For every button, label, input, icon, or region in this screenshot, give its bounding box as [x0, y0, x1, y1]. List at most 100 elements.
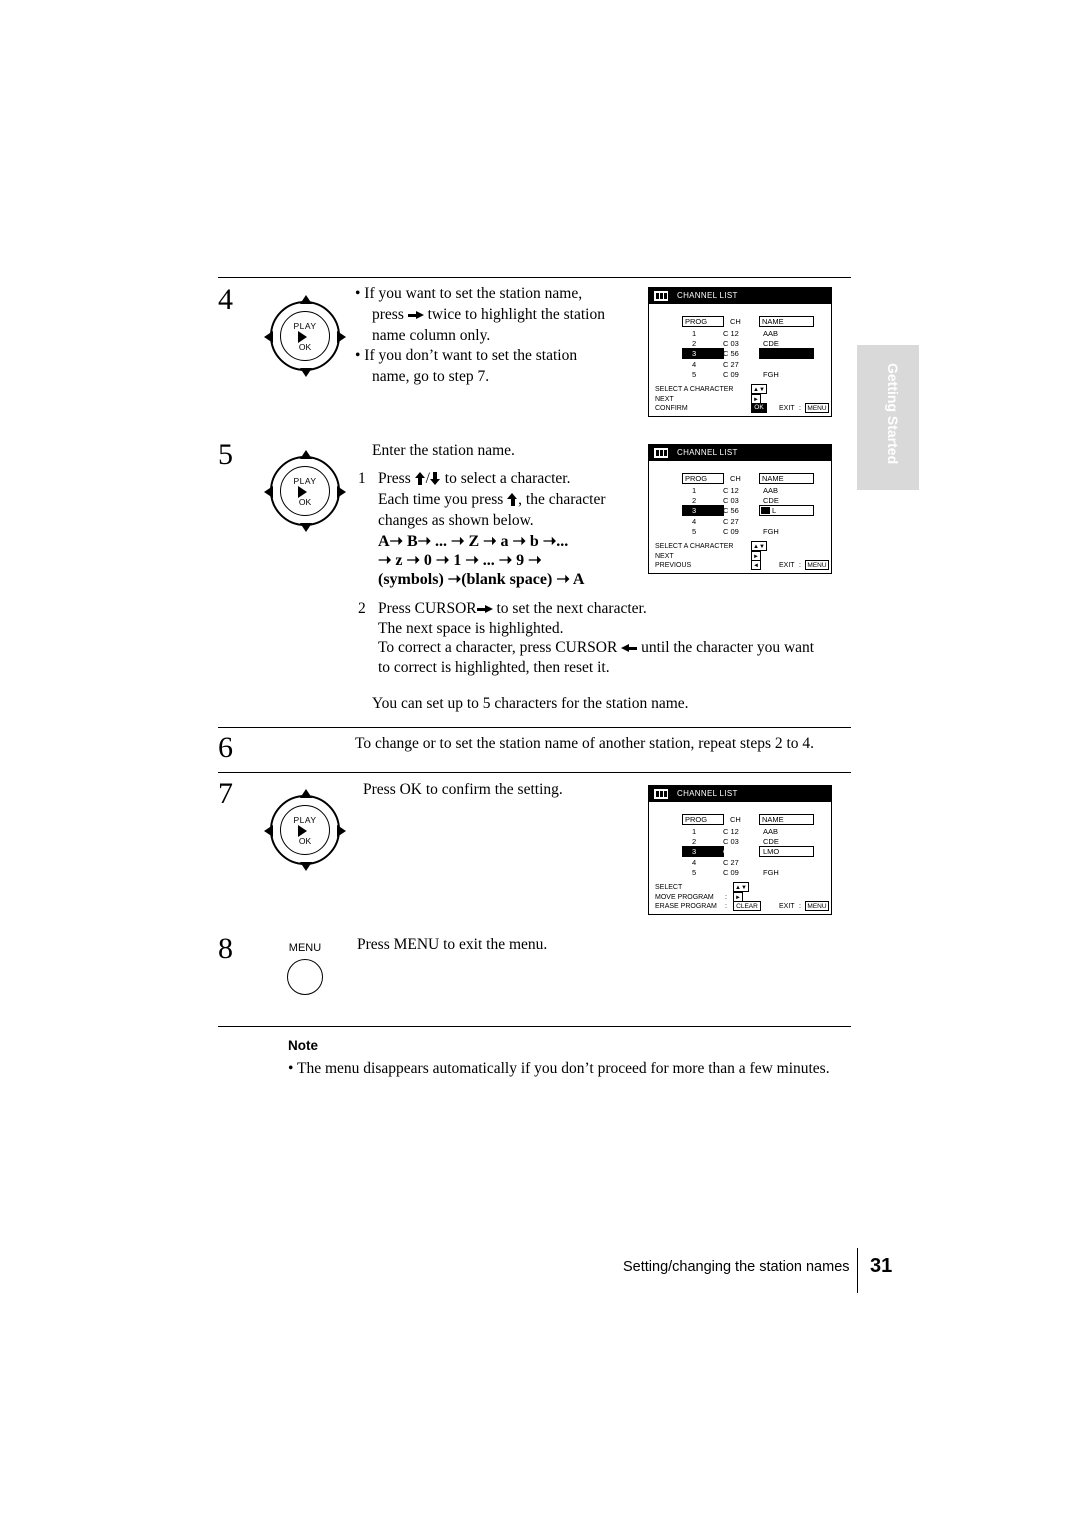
osd-row3-name: L: [772, 506, 777, 515]
osd-exit-colon: :: [799, 903, 801, 910]
step-4-line-1: • If you want to set the station name,: [355, 285, 583, 302]
remote-ok-label: OK: [298, 342, 312, 352]
step-5-sequence-line-3: (symbols) ➝(blank space) ➝ A: [378, 571, 585, 588]
osd-screen-step7: CHANNEL LIST PROG CH NAME 1 C 12 AAB 2 C…: [648, 785, 832, 915]
step-5-sub1-line-3: changes as shown below.: [378, 512, 534, 529]
step-5-sub2-number: 2: [358, 600, 366, 617]
osd-header-prog: PROG: [685, 474, 708, 483]
step-5-capacity-note: You can set up to 5 characters for the s…: [372, 695, 689, 712]
step-5-sub2-d: until the character you want: [641, 639, 815, 656]
osd-exit-label: EXIT: [779, 562, 795, 569]
osd-row4-prog: 4: [692, 858, 697, 867]
osd-row1-ch: C 12: [723, 486, 739, 495]
osd-header-ch: CH: [730, 474, 741, 483]
osd-screen-step5: CHANNEL LIST PROG CH NAME 1 C 12 AAB 2 C…: [648, 444, 832, 574]
footer-section-title: Setting/changing the station names: [623, 1259, 850, 1275]
step-5-sub2-line-1: Press CURSOR to set the next character.: [378, 598, 647, 619]
osd-row3-ch: C 56: [723, 847, 739, 856]
rule-top: [218, 277, 851, 278]
step-5-sub1-b: to select a character.: [444, 470, 571, 487]
osd-header-name: NAME: [762, 317, 784, 326]
side-tab-getting-started: Getting Started: [857, 345, 919, 490]
remote-up-arrow-icon: [300, 450, 312, 459]
osd-row2-ch: C 03: [723, 837, 739, 846]
remote-control-graphic-step7: PLAY OK: [262, 787, 348, 873]
osd-row5-ch: C 09: [723, 868, 739, 877]
osd-row1-prog: 1: [692, 827, 697, 836]
remote-control-graphic-step5: PLAY OK: [262, 448, 348, 534]
osd-row5-name: FGH: [763, 527, 779, 536]
osd-title-bar: CHANNEL LIST: [649, 786, 831, 802]
menu-button-label: MENU: [288, 942, 322, 954]
step-5-intro: Enter the station name.: [372, 442, 515, 459]
osd-exit-label: EXIT: [779, 903, 795, 910]
rule-step6-top: [218, 727, 851, 728]
step-5-sub1-line-1: Press / to select a character.: [378, 468, 570, 489]
osd-row4-ch: C 27: [723, 360, 739, 369]
osd-legend-3-colon: :: [725, 903, 727, 910]
osd-exit-colon: :: [799, 562, 801, 569]
osd-legend-3: CONFIRM: [655, 405, 688, 412]
osd-header-prog: PROG: [685, 815, 708, 824]
step-5-sub2-line-3: To correct a character, press CURSOR unt…: [378, 637, 814, 658]
osd-legend-2: NEXT: [655, 396, 674, 403]
osd-row2-name: CDE: [763, 496, 779, 505]
osd-row5-prog: 5: [692, 370, 697, 379]
remote-ok-label: OK: [298, 836, 312, 846]
osd-header-prog: PROG: [685, 317, 708, 326]
osd-row1-prog: 1: [692, 329, 697, 338]
step-4-line-2-b: twice to highlight the station: [427, 306, 605, 323]
osd-row1-ch: C 12: [723, 827, 739, 836]
step-5-sub2-c: To correct a character, press CURSOR: [378, 639, 618, 656]
osd-row1-name: AAB: [763, 329, 779, 338]
osd-row4-ch: C 27: [723, 858, 739, 867]
osd-legend-key-updown: ▲▼: [733, 882, 749, 892]
osd-row3-name: LMO: [763, 847, 780, 856]
osd-legend-3: PREVIOUS: [655, 562, 692, 569]
remote-play-label: PLAY: [293, 321, 317, 331]
osd-legend-key-ok: OK: [751, 403, 767, 413]
step-4-line-2-a: press: [372, 306, 404, 323]
step-5-number: 5: [218, 438, 233, 471]
osd-legend-key-left: ◄: [751, 560, 761, 570]
osd-row1-name: AAB: [763, 827, 779, 836]
osd-list-icon: [654, 448, 668, 458]
osd-row1-name: AAB: [763, 486, 779, 495]
osd-row5-ch: C 09: [723, 527, 739, 536]
step-5-sub2-a: Press CURSOR: [378, 600, 477, 617]
note-heading: Note: [288, 1038, 318, 1053]
step-7-number: 7: [218, 777, 233, 810]
osd-row2-prog: 2: [692, 496, 697, 505]
osd-row1-ch: C 12: [723, 329, 739, 338]
osd-header-name: NAME: [762, 474, 784, 483]
osd-row2-prog: 2: [692, 837, 697, 846]
osd-row4-prog: 4: [692, 517, 697, 526]
remote-down-arrow-icon: [300, 523, 312, 532]
right-arrow-icon: [476, 605, 493, 614]
osd-exit-key: MENU: [805, 901, 829, 911]
remote-ok-label: OK: [298, 497, 312, 507]
step-6-number: 6: [218, 731, 233, 764]
step-8-number: 8: [218, 932, 233, 965]
remote-control-graphic-step4: PLAY OK: [262, 293, 348, 379]
osd-row5-name: FGH: [763, 370, 779, 379]
osd-row3-name-char-highlight: [761, 507, 770, 514]
step-4-line-5: name, go to step 7.: [372, 368, 490, 385]
osd-row4-ch: C 27: [723, 517, 739, 526]
osd-row3-prog: 3: [692, 506, 697, 515]
osd-header-ch: CH: [730, 815, 741, 824]
step-4-line-3: name column only.: [372, 327, 491, 344]
left-arrow-icon: [621, 644, 638, 653]
step-5-sub2-line-2: The next space is highlighted.: [378, 620, 564, 637]
manual-page: 4 PLAY OK • If you want to set the stati…: [0, 0, 1080, 1528]
osd-row5-name: FGH: [763, 868, 779, 877]
osd-row2-ch: C 03: [723, 339, 739, 348]
step-8-text: Press MENU to exit the menu.: [357, 936, 548, 953]
osd-legend-2-colon: :: [725, 894, 727, 901]
step-5-sub1-c: Each time you press: [378, 491, 508, 508]
osd-screen-step4: CHANNEL LIST PROG CH NAME 1 C 12 AAB 2 C…: [648, 287, 832, 417]
menu-button-graphic: MENU: [277, 942, 333, 995]
osd-legend-1: SELECT: [655, 884, 683, 891]
osd-list-icon: [654, 789, 668, 799]
rule-step6-bottom: [218, 772, 851, 773]
